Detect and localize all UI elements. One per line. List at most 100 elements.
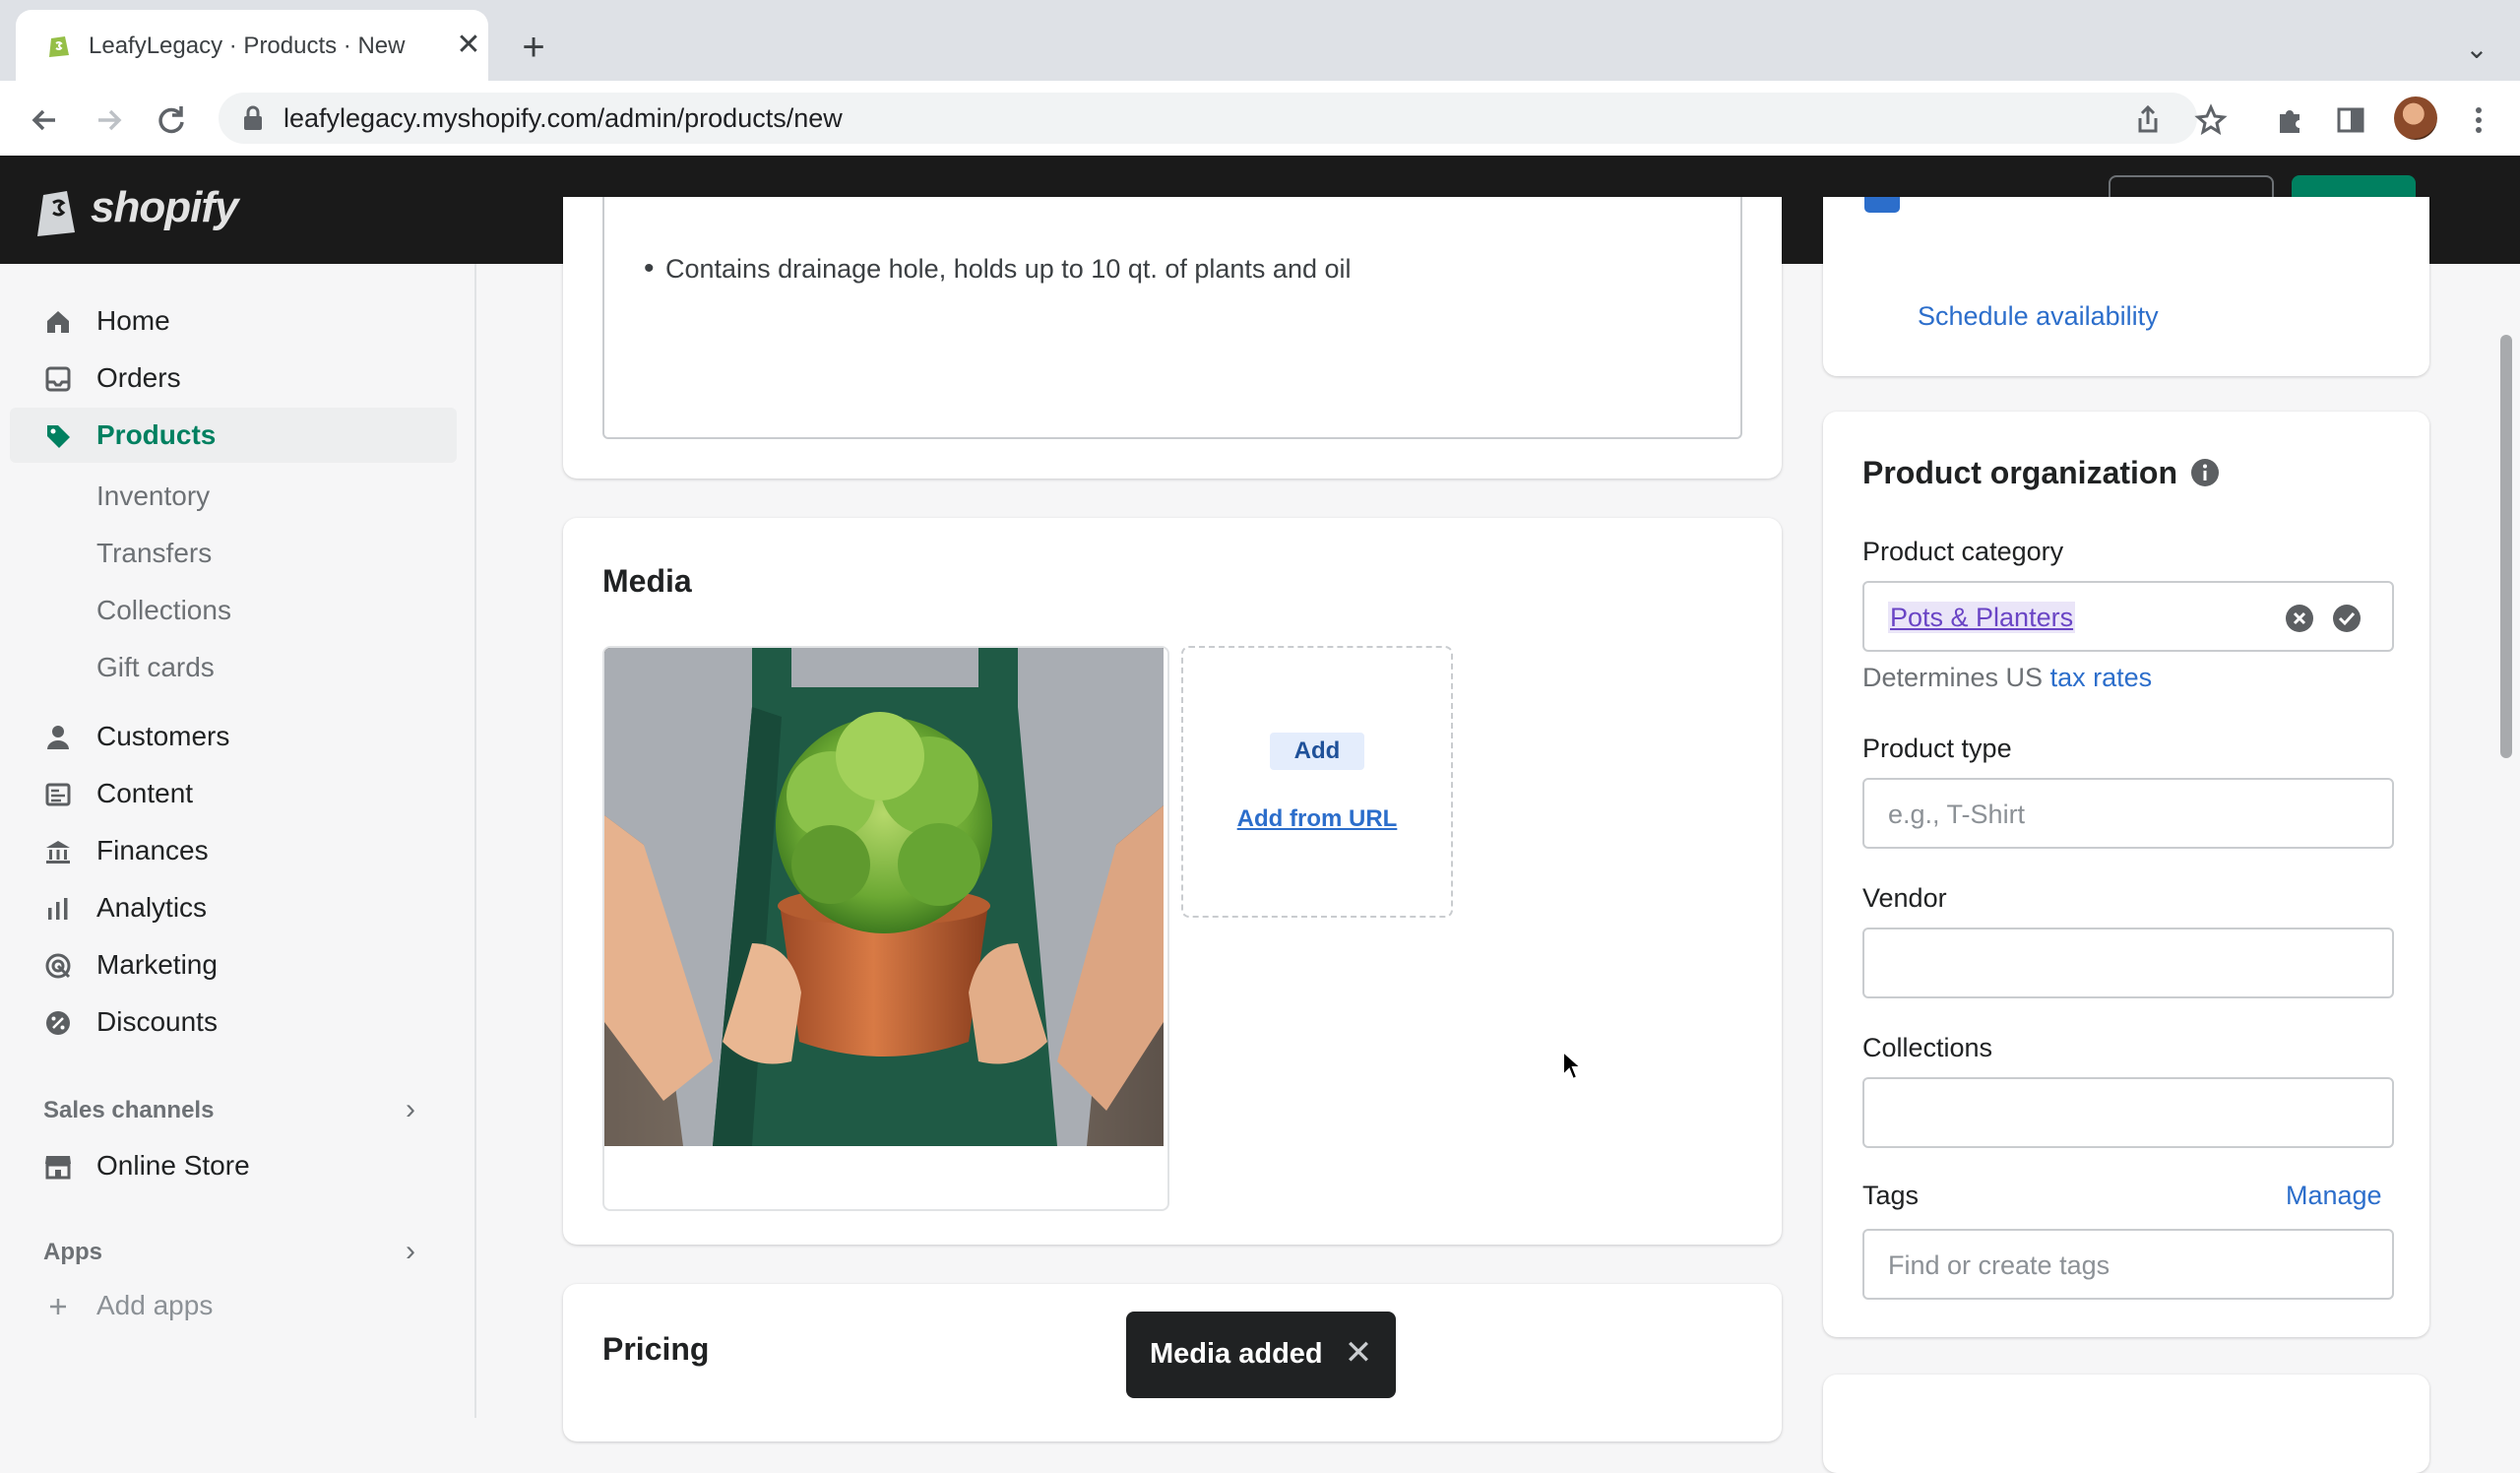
browser-menu-kebab-icon[interactable]	[2459, 100, 2498, 140]
shopify-bag-icon[interactable]	[33, 181, 81, 236]
sidebar-item-customers[interactable]: Customers	[10, 709, 457, 764]
sidebar-subitem-label: Transfers	[96, 538, 213, 568]
shopify-favicon-icon	[49, 36, 69, 57]
side-panel-icon[interactable]	[2331, 100, 2370, 140]
chevron-right-icon[interactable]: ›	[406, 1237, 431, 1266]
sidebar-item-online-store[interactable]: Online Store	[10, 1138, 457, 1193]
sidebar-item-label: Finances	[96, 835, 209, 865]
extensions-puzzle-icon[interactable]	[2270, 100, 2309, 140]
close-icon[interactable]: ✕	[1339, 1333, 1378, 1373]
media-card: Media Add Add from URL	[563, 518, 1782, 1245]
manage-tags-link[interactable]: Manage	[2286, 1180, 2382, 1211]
add-media-button[interactable]: Add	[1270, 733, 1364, 770]
sidebar-nav: Home Orders Products Inventory Transfers…	[0, 264, 476, 1418]
product-category-input[interactable]: Pots & Planters	[1862, 581, 2394, 652]
chevron-right-icon[interactable]: ›	[406, 1095, 431, 1124]
person-icon	[47, 726, 69, 749]
product-type-input[interactable]: e.g., T-Shirt	[1862, 778, 2394, 849]
reload-icon[interactable]	[152, 100, 191, 140]
tax-help-prefix: Determines US	[1862, 663, 2050, 692]
browser-tab[interactable]: LeafyLegacy · Products · New ✕	[16, 10, 488, 81]
sidebar-item-label: Add apps	[96, 1290, 214, 1320]
collections-input[interactable]	[1862, 1077, 2394, 1148]
sidebar-item-analytics[interactable]: Analytics	[10, 880, 457, 935]
shopify-wordmark[interactable]: shopify	[91, 183, 238, 232]
add-from-url-link[interactable]: Add from URL	[1183, 805, 1451, 833]
tab-close-icon[interactable]: ✕	[453, 30, 484, 61]
collections-label: Collections	[1862, 1033, 1993, 1062]
tag-icon	[47, 425, 70, 448]
tags-input[interactable]: Find or create tags	[1862, 1229, 2394, 1300]
description-text: Contains drainage hole, holds up to 10 q…	[665, 254, 1352, 284]
bookmark-star-icon[interactable]	[2191, 100, 2231, 140]
media-thumbnail[interactable]	[602, 646, 1169, 1211]
plant-photo-image	[604, 648, 1164, 1146]
sidebar-item-discounts[interactable]: Discounts	[10, 994, 457, 1050]
online-store-checkbox[interactable]	[1864, 197, 1900, 213]
new-tab-button[interactable]: +	[512, 28, 555, 71]
address-bar[interactable]: leafylegacy.myshopify.com/admin/products…	[219, 93, 2197, 144]
description-card: • Contains drainage hole, holds up to 10…	[563, 197, 1782, 479]
url-text: leafylegacy.myshopify.com/admin/products…	[284, 103, 843, 133]
tax-rates-link[interactable]: tax rates	[2050, 663, 2153, 692]
sidebar-item-orders[interactable]: Orders	[10, 351, 457, 406]
sidebar-item-label: Orders	[96, 362, 181, 393]
product-organization-card: Product organization Product category Po…	[1823, 412, 2429, 1337]
back-arrow-icon[interactable]	[26, 100, 65, 140]
sidebar-item-add-apps[interactable]: Add apps	[10, 1278, 457, 1333]
sidebar-item-finances[interactable]: Finances	[10, 823, 457, 878]
clear-circle-icon[interactable]	[2284, 603, 2315, 634]
media-upload-dropzone[interactable]: Add Add from URL	[1181, 646, 1453, 918]
lock-icon[interactable]	[240, 104, 266, 132]
sidebar-item-label: Analytics	[96, 892, 208, 923]
product-type-placeholder: e.g., T-Shirt	[1888, 800, 2026, 829]
tab-title: LeafyLegacy · Products · New	[89, 32, 406, 59]
share-icon[interactable]	[2128, 100, 2168, 140]
discount-icon	[46, 1011, 70, 1035]
toast-notification: Media added ✕	[1126, 1312, 1396, 1398]
vendor-input[interactable]	[1862, 928, 2394, 998]
product-availability-card: Schedule availability	[1823, 197, 2429, 376]
sidebar-item-label: Home	[96, 305, 170, 336]
sidebar-item-products[interactable]: Products	[10, 408, 457, 463]
schedule-availability-link[interactable]: Schedule availability	[1918, 301, 2159, 331]
sidebar-subitem-transfers[interactable]: Transfers	[10, 526, 457, 575]
sidebar-item-marketing[interactable]: Marketing	[10, 937, 457, 993]
media-heading: Media	[602, 563, 692, 599]
sidebar-subitem-collections[interactable]: Collections	[10, 583, 457, 632]
sidebar-subitem-label: Inventory	[96, 480, 211, 511]
sidebar-item-label: Content	[96, 778, 194, 808]
sidebar-subitem-label: Gift cards	[96, 652, 215, 682]
sidebar-subitem-gift-cards[interactable]: Gift cards	[10, 640, 457, 689]
sales-channels-heading[interactable]: Sales channels	[43, 1097, 214, 1124]
check-circle-icon[interactable]	[2331, 603, 2362, 634]
tags-placeholder: Find or create tags	[1888, 1250, 2110, 1280]
sidebar-item-home[interactable]: Home	[10, 293, 457, 349]
forward-arrow-icon[interactable]	[89, 100, 128, 140]
bank-icon	[46, 841, 70, 864]
product-category-label: Product category	[1862, 537, 2064, 566]
product-type-label: Product type	[1862, 734, 2012, 763]
description-editor[interactable]: • Contains drainage hole, holds up to 10…	[602, 197, 1742, 439]
vendor-label: Vendor	[1862, 883, 1947, 913]
content-icon	[45, 783, 71, 806]
plus-icon	[50, 1299, 66, 1314]
sidebar-subitem-inventory[interactable]: Inventory	[10, 469, 457, 518]
sidebar-item-label: Products	[96, 419, 217, 450]
next-card	[1823, 1375, 2429, 1473]
sidebar-item-content[interactable]: Content	[10, 766, 457, 821]
info-icon[interactable]	[2189, 457, 2221, 488]
apps-heading[interactable]: Apps	[43, 1239, 102, 1266]
sidebar-item-label: Marketing	[96, 949, 218, 980]
profile-avatar[interactable]	[2394, 96, 2437, 140]
tab-search-chevron-icon[interactable]: ⌄	[2457, 30, 2496, 69]
browser-toolbar: leafylegacy.myshopify.com/admin/products…	[0, 81, 2520, 157]
home-icon	[47, 311, 69, 333]
sidebar-item-label: Discounts	[96, 1006, 218, 1037]
toast-message: Media added	[1150, 1338, 1323, 1370]
page-scrollbar[interactable]	[2500, 335, 2512, 758]
tags-label: Tags	[1862, 1181, 1920, 1210]
bullet-point: •	[644, 252, 655, 285]
category-value: Pots & Planters	[1888, 602, 2076, 633]
orders-icon	[45, 366, 71, 392]
